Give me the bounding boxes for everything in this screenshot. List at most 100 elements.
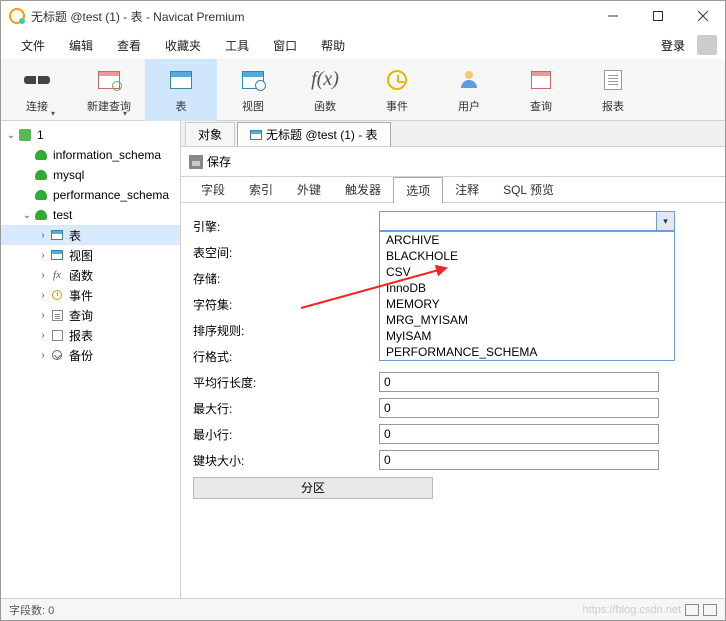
partition-button[interactable]: 分区 — [193, 477, 433, 499]
tree-label: 事件 — [69, 287, 93, 304]
tree-caret-icon[interactable]: › — [37, 230, 49, 241]
avatar-icon[interactable] — [697, 35, 717, 55]
prop-tab[interactable]: 注释 — [443, 177, 491, 202]
tree-item[interactable]: mysql — [1, 165, 180, 185]
dropdown-option[interactable]: CSV — [380, 264, 674, 280]
tree-caret-icon[interactable]: ⌄ — [5, 130, 17, 141]
toolbar-label: 连接 — [26, 98, 48, 114]
menu-view[interactable]: 查看 — [105, 33, 153, 58]
document-tab[interactable]: 无标题 @test (1) - 表 — [237, 122, 391, 146]
tree-item[interactable]: information_schema — [1, 145, 180, 165]
tree-label: 报表 — [69, 327, 93, 344]
tree-item[interactable]: ›表 — [1, 225, 180, 245]
menu-file[interactable]: 文件 — [9, 33, 57, 58]
form-label: 最小行: — [189, 426, 379, 443]
form-input[interactable] — [379, 372, 659, 392]
statusbar-view-icon[interactable] — [703, 604, 717, 616]
dropdown-option[interactable]: InnoDB — [380, 280, 674, 296]
tree-item[interactable]: ›fx函数 — [1, 265, 180, 285]
prop-tab[interactable]: 选项 — [393, 177, 443, 204]
tab-label: 无标题 @test (1) - 表 — [266, 126, 378, 143]
maximize-button[interactable] — [635, 1, 680, 31]
tree-item[interactable]: › 查询 — [1, 305, 180, 325]
minimize-button[interactable] — [590, 1, 635, 31]
chevron-down-icon[interactable]: ▾ — [656, 212, 674, 230]
tree-item[interactable]: › 报表 — [1, 325, 180, 345]
tree-caret-icon[interactable]: › — [37, 250, 49, 261]
toolbar-newq-button[interactable]: 新建查询▾ — [73, 59, 145, 121]
event-icon — [52, 290, 62, 300]
toolbar-label: 事件 — [386, 98, 408, 114]
app-icon — [9, 8, 25, 24]
tree-item[interactable]: ⌄test — [1, 205, 180, 225]
toolbar-label: 查询 — [530, 98, 552, 114]
dropdown-option[interactable]: ARCHIVE — [380, 232, 674, 248]
toolbar-fx-button[interactable]: f(x)函数 — [289, 59, 361, 121]
close-button[interactable] — [680, 1, 725, 31]
tree-item[interactable]: ⌄1 — [1, 125, 180, 145]
tree-caret-icon[interactable]: › — [37, 310, 49, 321]
main-area: 对象 无标题 @test (1) - 表 保存 字段索引外键触发器选项注释SQL … — [181, 121, 725, 598]
plug-icon — [24, 72, 50, 88]
dropdown-option[interactable]: MEMORY — [380, 296, 674, 312]
engine-combobox[interactable]: ▾ — [379, 211, 675, 231]
statusbar: 字段数: 0 https://blog.csdn.net — [1, 598, 725, 620]
menu-help[interactable]: 帮助 — [309, 33, 357, 58]
toolbar-plug-button[interactable]: 连接▾ — [1, 59, 73, 121]
tree-item[interactable]: › 事件 — [1, 285, 180, 305]
dropdown-option[interactable]: MyISAM — [380, 328, 674, 344]
tree-caret-icon[interactable]: › — [37, 270, 49, 281]
dropdown-option[interactable]: PERFORMANCE_SCHEMA — [380, 344, 674, 360]
tree-item[interactable]: performance_schema — [1, 185, 180, 205]
login-link[interactable]: 登录 — [653, 33, 693, 58]
toolbar-label: 函数 — [314, 98, 336, 114]
table-icon — [250, 130, 262, 140]
menu-edit[interactable]: 编辑 — [57, 33, 105, 58]
form-input[interactable] — [379, 398, 659, 418]
sidebar-tree: ⌄1 information_schemamysql performance_sch… — [1, 121, 181, 598]
toolbar-label: 表 — [176, 98, 187, 114]
dropdown-option[interactable]: MRG_MYISAM — [380, 312, 674, 328]
tree-caret-icon[interactable]: › — [37, 290, 49, 301]
toolbar-view-button[interactable]: 视图 — [217, 59, 289, 121]
prop-tab[interactable]: 外键 — [285, 177, 333, 202]
save-button[interactable]: 保存 — [207, 153, 231, 170]
toolbar-report-button[interactable]: 报表 — [577, 59, 649, 121]
tree-item[interactable]: ›备份 — [1, 345, 180, 365]
menu-window[interactable]: 窗口 — [261, 33, 309, 58]
toolbar-label: 用户 — [458, 98, 480, 114]
toolbar-query-button[interactable]: 查询 — [505, 59, 577, 121]
tree-caret-icon[interactable]: › — [37, 330, 49, 341]
form-input[interactable] — [379, 450, 659, 470]
toolbar-event-button[interactable]: 事件 — [361, 59, 433, 121]
prop-tab[interactable]: 字段 — [189, 177, 237, 202]
statusbar-view-icon[interactable] — [685, 604, 699, 616]
tree-label: performance_schema — [53, 188, 169, 202]
prop-tab[interactable]: 触发器 — [333, 177, 393, 202]
report-icon — [52, 330, 63, 341]
prop-tab[interactable]: SQL 预览 — [491, 177, 566, 202]
table-icon — [51, 230, 63, 240]
tree-label: 视图 — [69, 247, 93, 264]
form-input[interactable] — [379, 424, 659, 444]
tree-caret-icon[interactable]: › — [37, 350, 49, 361]
toolbar-table-button[interactable]: 表 — [145, 59, 217, 121]
tree-label: mysql — [53, 168, 84, 182]
property-tabs: 字段索引外键触发器选项注释SQL 预览 — [181, 177, 725, 203]
menu-favorites[interactable]: 收藏夹 — [153, 33, 213, 58]
form-label: 平均行长度: — [189, 374, 379, 391]
db-icon — [35, 210, 47, 220]
tree-item[interactable]: › 视图 — [1, 245, 180, 265]
form-row: 键块大小: — [189, 447, 717, 473]
dropdown-option[interactable]: BLACKHOLE — [380, 248, 674, 264]
menu-tools[interactable]: 工具 — [213, 33, 261, 58]
form-label: 表空间: — [189, 244, 379, 261]
tree-label: information_schema — [53, 148, 161, 162]
tree-caret-icon[interactable]: ⌄ — [21, 210, 33, 221]
status-fields: 字段数: 0 — [9, 602, 54, 618]
toolbar-user-button[interactable]: 用户 — [433, 59, 505, 121]
table-icon — [170, 71, 192, 89]
tree-label: 查询 — [69, 307, 93, 324]
document-tab[interactable]: 对象 — [185, 122, 235, 146]
prop-tab[interactable]: 索引 — [237, 177, 285, 202]
